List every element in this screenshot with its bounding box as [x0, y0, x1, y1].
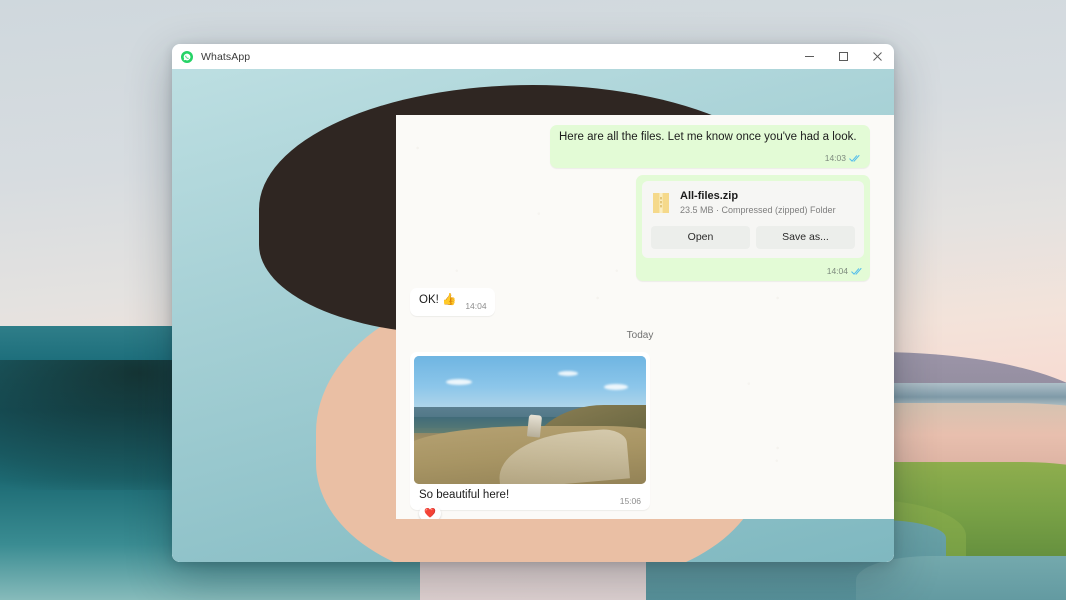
message-bubble[interactable]: Here are all the files. Let me know once…	[550, 125, 870, 168]
message-time: 14:03	[824, 153, 846, 163]
conversation-header: Alice Whitman online	[172, 44, 894, 562]
file-message-bubble[interactable]: All-files.zip 23.5 MB · Compressed (zipp…	[636, 175, 870, 281]
message-list[interactable]: Here are all the files. Let me know once…	[396, 115, 894, 519]
maximize-button[interactable]	[826, 44, 860, 69]
message-time: 15:06	[619, 496, 641, 506]
file-name: All-files.zip	[680, 190, 739, 202]
file-meta: 23.5 MB · Compressed (zipped) Folder	[680, 205, 836, 215]
message-meta: 14:04	[465, 299, 486, 314]
message-row: So beautiful here! 15:06 ❤️	[410, 352, 870, 519]
file-card: All-files.zip 23.5 MB · Compressed (zipp…	[642, 181, 864, 258]
window-titlebar[interactable]: WhatsApp	[172, 44, 894, 69]
message-time: 14:04	[826, 266, 848, 276]
message-meta: 15:06	[620, 494, 641, 509]
day-divider-label: Today	[626, 330, 654, 341]
window-title: WhatsApp	[201, 50, 251, 63]
file-actions: Open Save as...	[651, 226, 855, 249]
image-caption: So beautiful here! 15:06	[414, 484, 646, 506]
read-receipt-icon	[849, 154, 862, 163]
message-time: 14:04	[465, 301, 487, 311]
open-file-button[interactable]: Open	[651, 226, 750, 249]
message-text: Here are all the files. Let me know once…	[559, 131, 857, 143]
window-body: Chats ⋯ Search or start n	[172, 44, 894, 562]
pond-shape-2	[856, 556, 1066, 600]
read-receipt-icon	[851, 267, 864, 276]
save-as-button[interactable]: Save as...	[756, 226, 855, 249]
message-row: Here are all the files. Let me know once…	[410, 125, 870, 168]
contact-avatar[interactable]	[172, 44, 894, 562]
zip-file-icon	[651, 191, 671, 215]
close-button[interactable]	[860, 44, 894, 69]
message-reaction[interactable]: ❤️	[419, 506, 441, 519]
minimize-button[interactable]	[792, 44, 826, 69]
whatsapp-window: WhatsApp Chats	[172, 44, 894, 562]
day-divider: Today	[410, 328, 870, 343]
whatsapp-logo-icon	[181, 50, 193, 63]
message-row: OK! 👍 14:04	[410, 288, 870, 316]
message-row: All-files.zip 23.5 MB · Compressed (zipp…	[410, 175, 870, 281]
message-text: OK! 👍	[419, 294, 457, 306]
image-message-bubble[interactable]: So beautiful here! 15:06 ❤️	[410, 352, 650, 519]
message-bubble[interactable]: OK! 👍 14:04	[410, 288, 495, 316]
conversation-panel: Alice Whitman online	[172, 44, 894, 562]
message-meta: 14:04	[827, 264, 864, 279]
message-meta: 14:03	[825, 151, 862, 166]
mountain-landscape-photo[interactable]	[414, 356, 646, 484]
